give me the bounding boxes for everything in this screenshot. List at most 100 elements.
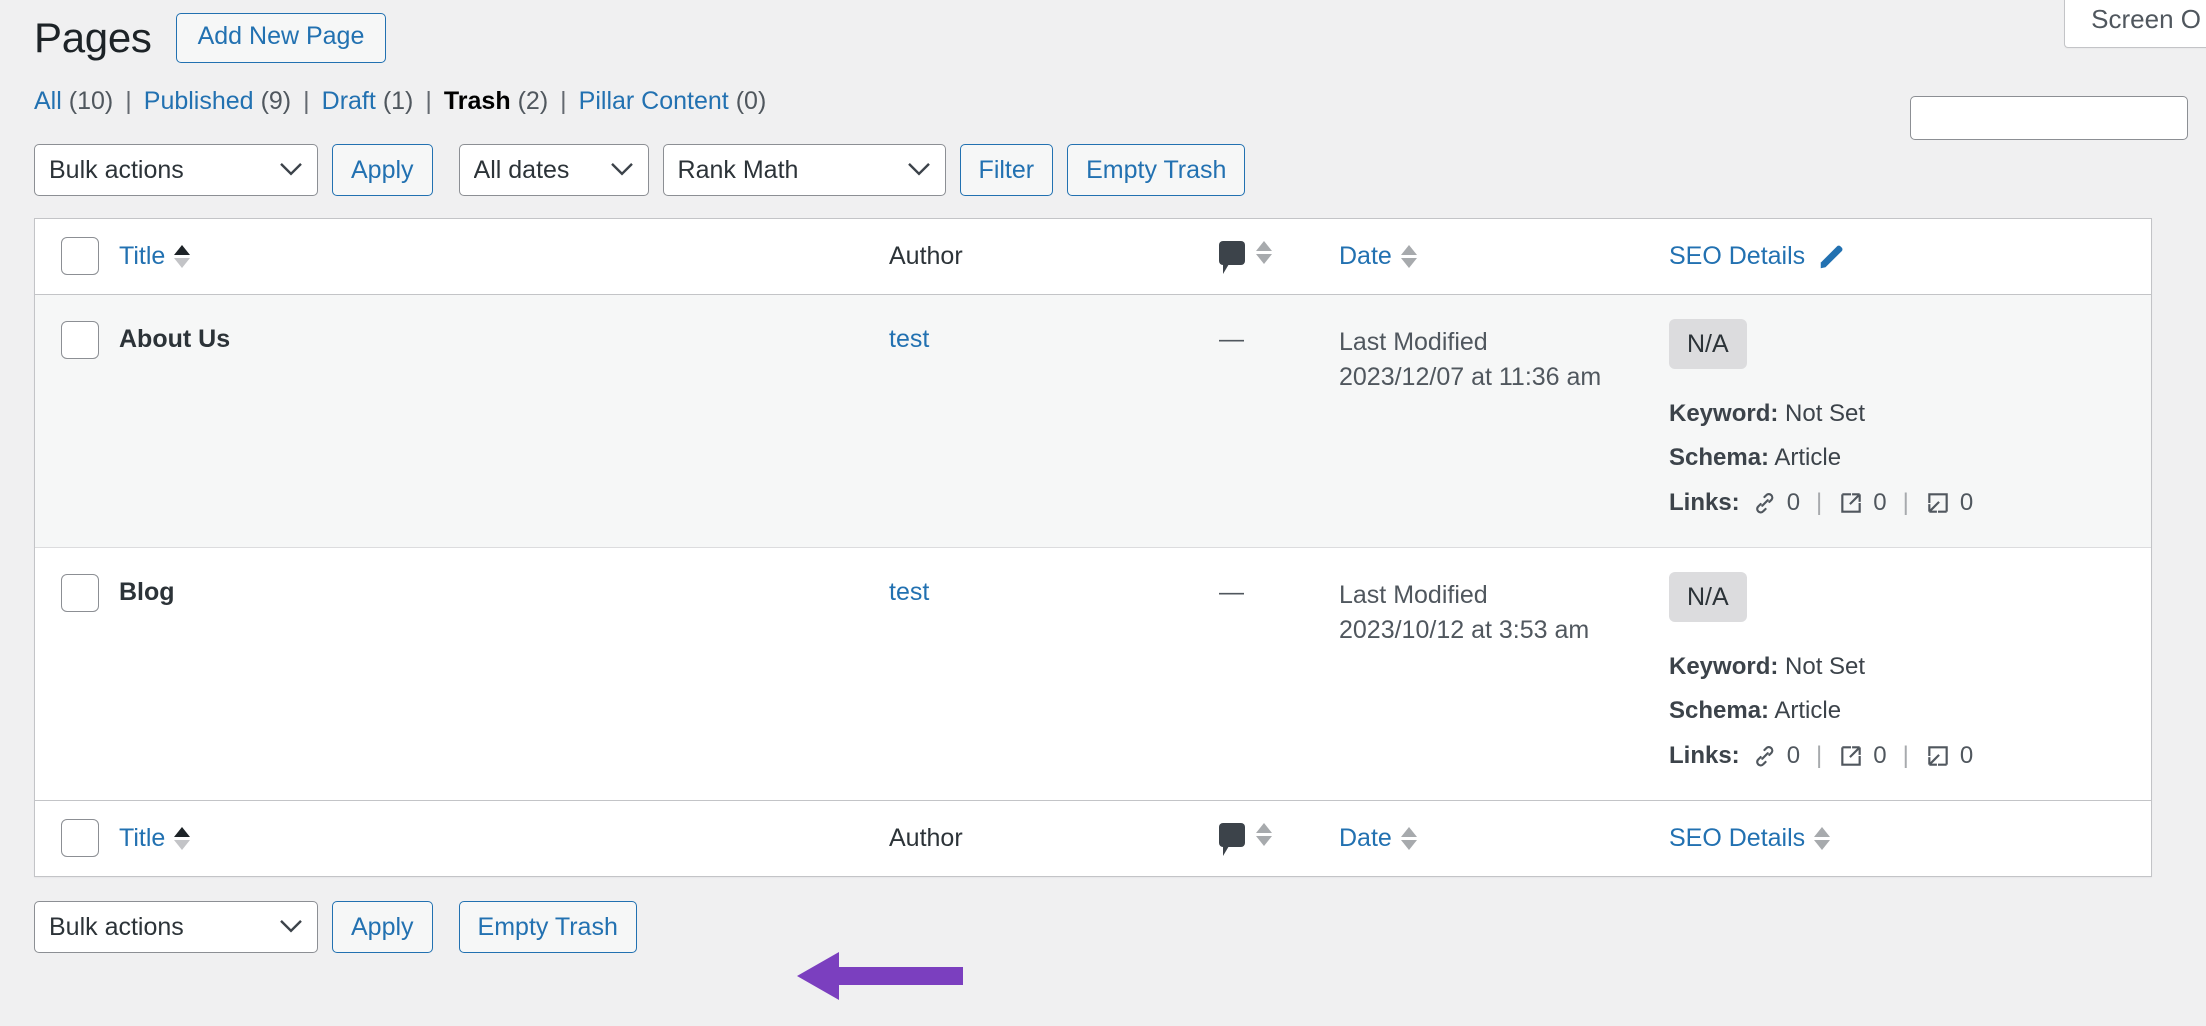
comments-count: — (1219, 577, 1244, 606)
sort-link-comments-bottom[interactable] (1219, 822, 1272, 856)
empty-trash-button-top[interactable]: Empty Trash (1067, 143, 1246, 196)
seo-links-label: Links: (1669, 488, 1740, 516)
filter-link-pillar-content[interactable]: Pillar Content (579, 85, 729, 118)
link-chain-icon (1752, 743, 1778, 769)
page-title-link[interactable]: Blog (119, 578, 175, 606)
sort-link-date-top[interactable]: Date (1339, 242, 1417, 271)
filter-count-draft: (1) (382, 87, 414, 115)
comment-bubble-icon (1219, 822, 1245, 856)
bulk-actions-select-wrap-bottom: Bulk actions (34, 900, 318, 953)
empty-trash-button-bottom[interactable]: Empty Trash (458, 900, 637, 953)
row-select-checkbox[interactable] (61, 573, 99, 612)
author-link[interactable]: test (889, 578, 929, 606)
filter-count-published: (9) (260, 87, 292, 115)
row-comments-cell: — (1219, 546, 1339, 800)
select-all-checkbox-top[interactable] (61, 237, 99, 275)
column-label-title: Title (119, 823, 166, 852)
column-header-author: Author (889, 218, 1219, 295)
filter-link-trash[interactable]: Trash (444, 85, 511, 118)
column-footer-title: Title (119, 799, 889, 876)
incoming-link-icon (1925, 743, 1951, 769)
seo-schema-label: Schema: (1669, 444, 1770, 472)
seo-schema-label: Schema: (1669, 697, 1770, 725)
row-select-checkbox[interactable] (61, 320, 99, 359)
column-footer-comments (1219, 799, 1339, 876)
column-label-author: Author (889, 823, 963, 852)
seo-keyword-label: Keyword: (1669, 652, 1779, 680)
seo-schema-row: Schema: Article (1669, 440, 2151, 476)
column-label-author: Author (889, 241, 963, 270)
column-footer-date: Date (1339, 799, 1669, 876)
column-header-comments (1219, 218, 1339, 295)
filter-count-trash: (2) (517, 87, 549, 115)
date-value: 2023/12/07 at 11:36 am (1339, 363, 1602, 391)
screen-meta-links: Screen O (2064, 0, 2206, 49)
all-dates-select[interactable]: All dates (458, 143, 649, 196)
row-author-cell: test (889, 294, 1219, 547)
seo-schema-value: Article (1774, 697, 1842, 725)
sort-link-seo-details-bottom[interactable]: SEO Details (1669, 824, 1831, 853)
apply-button-top[interactable]: Apply (332, 143, 433, 196)
select-all-checkbox-bottom[interactable] (61, 819, 99, 858)
date-label: Last Modified (1339, 327, 1488, 356)
sort-link-comments-top[interactable] (1219, 240, 1272, 274)
seo-details-header[interactable]: SEO Details (1669, 241, 1847, 271)
filter-link-published[interactable]: Published (144, 85, 254, 118)
comments-count: — (1219, 324, 1244, 353)
links-separator: | (1902, 741, 1909, 769)
sort-link-date-bottom[interactable]: Date (1339, 824, 1417, 853)
seo-keyword-value: Not Set (1785, 652, 1866, 680)
table-header-row: Title Author Date SEO Details (35, 218, 2151, 295)
filter-separator: | (125, 87, 132, 115)
row-author-cell: test (889, 546, 1219, 800)
row-date-cell: Last Modified 2023/12/07 at 11:36 am (1339, 294, 1669, 547)
row-seo-cell: N/A Keyword: Not Set Schema: Article Lin… (1669, 546, 2151, 800)
column-label-seo-details: SEO Details (1669, 241, 1806, 270)
filter-separator: | (425, 87, 432, 115)
dates-select-wrap: All dates (458, 143, 649, 196)
column-footer-seo-details: SEO Details (1669, 799, 2151, 876)
pencil-edit-icon[interactable] (1817, 241, 1847, 271)
rank-math-filter-select[interactable]: Rank Math (662, 143, 946, 196)
filter-item-published: Published (9) | (144, 85, 322, 118)
author-link[interactable]: test (889, 325, 929, 353)
add-new-page-button[interactable]: Add New Page (175, 12, 387, 64)
column-header-seo-details: SEO Details (1669, 218, 2151, 295)
filter-count-all: (10) (68, 87, 114, 115)
filter-link-all[interactable]: All (34, 85, 62, 118)
links-internal-count: 0 (1786, 741, 1801, 769)
column-label-date: Date (1339, 823, 1392, 852)
sort-arrows-icon (1256, 823, 1272, 847)
column-header-title: Title (119, 218, 889, 295)
seo-keyword-label: Keyword: (1669, 399, 1779, 427)
screen-options-tab[interactable]: Screen O (2064, 0, 2206, 49)
column-label-date: Date (1339, 241, 1392, 270)
row-date-cell: Last Modified 2023/10/12 at 3:53 am (1339, 546, 1669, 800)
filter-item-draft: Draft (1) | (322, 85, 444, 118)
status-filter-links: All (10) | Published (9) | Draft (1) | T… (34, 85, 2206, 118)
row-title-cell: About Us (119, 294, 889, 547)
page-title-link[interactable]: About Us (119, 325, 230, 353)
filter-item-all: All (10) | (34, 85, 144, 118)
sort-arrows-icon (1256, 241, 1272, 264)
bulk-actions-select-bottom[interactable]: Bulk actions (34, 900, 318, 953)
search-input[interactable] (1910, 96, 2188, 140)
row-title-cell: Blog (119, 546, 889, 800)
seo-schema-value: Article (1774, 444, 1842, 472)
rank-math-select-wrap: Rank Math (662, 143, 946, 196)
filter-count-pillar-content: (0) (735, 87, 767, 115)
filter-link-draft[interactable]: Draft (322, 85, 376, 118)
filter-button[interactable]: Filter (959, 143, 1054, 196)
filter-item-trash: Trash (2) | (444, 85, 579, 118)
bulk-actions-select-top[interactable]: Bulk actions (34, 143, 318, 196)
bulk-actions-select-wrap: Bulk actions (34, 143, 318, 196)
select-all-header (35, 218, 119, 295)
links-separator: | (1902, 488, 1909, 516)
apply-button-bottom[interactable]: Apply (332, 900, 433, 953)
sort-link-title-bottom[interactable]: Title (119, 823, 191, 853)
page-title: Pages (34, 13, 152, 61)
links-separator: | (1816, 488, 1823, 516)
seo-links-row: Links: 0 | 0 | 0 (1669, 489, 2151, 517)
table-footer-row: Title Author Date SEO Details (35, 799, 2151, 876)
sort-link-title-top[interactable]: Title (119, 242, 191, 271)
